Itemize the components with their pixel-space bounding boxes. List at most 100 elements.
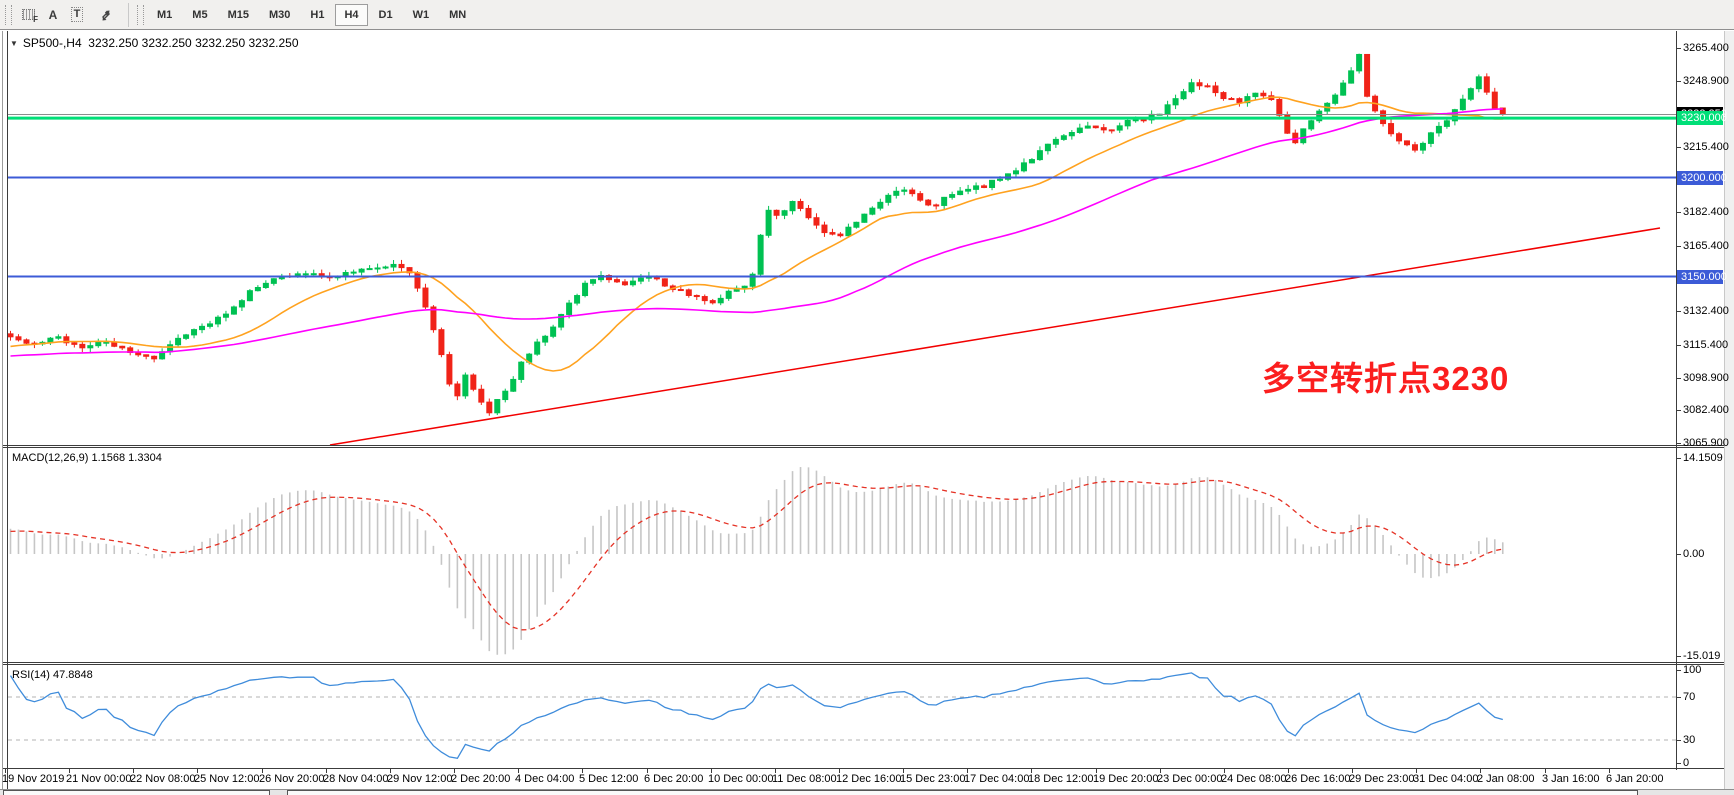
chart-annotation-text[interactable]: 多空转折点3230 bbox=[1262, 352, 1509, 400]
candle-up bbox=[511, 379, 516, 391]
candle-up bbox=[1165, 105, 1170, 114]
price-tick-label: 3248.900 bbox=[1683, 75, 1731, 87]
candle-down bbox=[614, 280, 619, 282]
date-label: 29 Nov 12:00 bbox=[387, 773, 452, 785]
macd-panel[interactable] bbox=[8, 448, 1676, 662]
candle-down bbox=[814, 218, 819, 225]
price-badge-3150.000[interactable]: 3150.000 bbox=[1677, 270, 1723, 284]
candle-up bbox=[638, 278, 643, 281]
timeframe-button-h4[interactable]: H4 bbox=[335, 4, 367, 26]
timeframe-button-m30[interactable]: M30 bbox=[260, 4, 299, 26]
candle-down bbox=[1093, 126, 1098, 128]
candle-down bbox=[910, 190, 915, 194]
timeframe-button-w1[interactable]: W1 bbox=[404, 4, 439, 26]
date-label: 22 Nov 08:00 bbox=[130, 773, 195, 785]
date-label: 19 Nov 2019 bbox=[2, 773, 64, 785]
chart-title-ohlc: 3232.250 3232.250 3232.250 3232.250 bbox=[88, 36, 298, 50]
rsi-tick-mark bbox=[1676, 763, 1681, 764]
candle-up bbox=[1125, 121, 1130, 126]
candle-up bbox=[1133, 120, 1138, 121]
price-badge-3200.000[interactable]: 3200.000 bbox=[1677, 171, 1723, 185]
candle-down bbox=[694, 295, 699, 296]
candle-up bbox=[902, 190, 907, 191]
candle-down bbox=[152, 356, 157, 359]
moving-average-orange[interactable] bbox=[11, 97, 1503, 371]
price-tick-label: 3115.400 bbox=[1683, 339, 1731, 351]
candle-up bbox=[239, 301, 244, 307]
candle-up bbox=[1085, 126, 1090, 128]
date-tick-mark bbox=[1480, 769, 1481, 773]
date-tick-mark bbox=[647, 769, 648, 773]
timeframe-button-d1[interactable]: D1 bbox=[370, 4, 402, 26]
candle-up bbox=[766, 210, 771, 235]
candle-down bbox=[806, 208, 811, 217]
panel-separator[interactable] bbox=[3, 662, 1724, 663]
candle-down bbox=[678, 290, 683, 291]
date-label: 12 Dec 16:00 bbox=[836, 773, 901, 785]
moving-average-magenta[interactable] bbox=[11, 109, 1503, 356]
timeframe-button-m5[interactable]: M5 bbox=[183, 4, 216, 26]
date-tick-mark bbox=[69, 769, 70, 773]
candle-up bbox=[1053, 139, 1058, 144]
candle-down bbox=[838, 234, 843, 236]
candle-up bbox=[583, 283, 588, 295]
date-tick-mark bbox=[262, 769, 263, 773]
date-tick-mark bbox=[5, 769, 6, 773]
rsi-tick-mark bbox=[1676, 740, 1681, 741]
toolbar-drag-handle[interactable] bbox=[5, 5, 12, 25]
candle-up bbox=[726, 291, 731, 298]
candle-down bbox=[399, 264, 404, 267]
candle-up bbox=[1173, 99, 1178, 105]
timeframe-button-h1[interactable]: H1 bbox=[301, 4, 333, 26]
candle-up bbox=[88, 346, 93, 348]
candle-down bbox=[774, 210, 779, 215]
date-label: 6 Dec 20:00 bbox=[644, 773, 703, 785]
candle-down bbox=[1197, 83, 1202, 86]
candle-up bbox=[974, 186, 979, 189]
candle-up bbox=[535, 342, 540, 354]
candle-up bbox=[846, 227, 851, 235]
price-tick-label: 3265.400 bbox=[1683, 42, 1731, 54]
date-tick-mark bbox=[1288, 769, 1289, 773]
timeframe-toolbar: M1M5M15M30H1H4D1W1MN bbox=[147, 4, 476, 26]
macd-tick-mark bbox=[1676, 656, 1681, 657]
date-tick-mark bbox=[454, 769, 455, 773]
candle-up bbox=[1309, 121, 1314, 129]
candle-up bbox=[1444, 121, 1449, 127]
candle-down bbox=[622, 282, 627, 285]
chevron-down-icon[interactable]: ▼ bbox=[10, 39, 18, 48]
price-tick-mark bbox=[1676, 81, 1681, 82]
rsi-tick-label: 0 bbox=[1683, 757, 1731, 769]
candle-up bbox=[271, 279, 276, 284]
arrows-tool-icon[interactable]: ▼ bbox=[89, 4, 123, 26]
candle-up bbox=[303, 274, 308, 275]
timeframe-button-mn[interactable]: MN bbox=[440, 4, 475, 26]
text-tool-icon[interactable]: T bbox=[65, 4, 89, 26]
candle-down bbox=[662, 279, 667, 286]
price-badge-3230.000[interactable]: 3230.000 bbox=[1677, 111, 1723, 125]
timeframe-button-m15[interactable]: M15 bbox=[219, 4, 258, 26]
chart-tab[interactable] bbox=[3, 790, 270, 795]
price-tick-mark bbox=[1676, 212, 1681, 213]
price-tick-mark bbox=[1676, 311, 1681, 312]
rsi-panel[interactable] bbox=[8, 665, 1676, 768]
chart-tab[interactable] bbox=[287, 790, 1638, 795]
candle-down bbox=[144, 355, 149, 356]
trendline[interactable] bbox=[330, 228, 1660, 445]
timeframe-button-m1[interactable]: M1 bbox=[148, 4, 181, 26]
toolbar-drag-handle[interactable] bbox=[137, 5, 144, 25]
macd-indicator-label: MACD(12,26,9) 1.1568 1.3304 bbox=[12, 452, 162, 464]
macd-histogram bbox=[11, 467, 1503, 655]
candle-up bbox=[223, 314, 228, 317]
date-label: 31 Dec 04:00 bbox=[1413, 773, 1478, 785]
indicator-grid-icon[interactable]: F bbox=[15, 4, 41, 26]
candle-up bbox=[1077, 128, 1082, 132]
candle-up bbox=[1253, 93, 1258, 96]
candle-down bbox=[415, 273, 420, 288]
candle-down bbox=[926, 200, 931, 205]
chart-title[interactable]: ▼SP500-,H4 3232.250 3232.250 3232.250 32… bbox=[10, 36, 299, 50]
label-tool-icon[interactable]: A bbox=[41, 4, 65, 26]
candle-up bbox=[1069, 132, 1074, 135]
candle-up bbox=[1341, 83, 1346, 95]
panel-separator[interactable] bbox=[3, 445, 1724, 446]
